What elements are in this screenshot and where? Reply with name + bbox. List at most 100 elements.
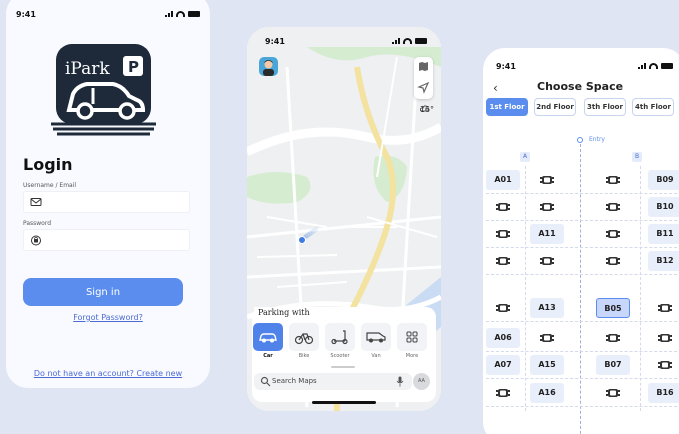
page-title: Choose Space: [537, 80, 624, 93]
parking-slot-a06[interactable]: A06: [486, 328, 520, 348]
vehicle-car-button[interactable]: [253, 323, 283, 351]
status-icons: [165, 11, 200, 17]
occupied-slot[interactable]: [530, 197, 564, 217]
occupied-slot[interactable]: [486, 251, 520, 271]
page-header: ‹ Choose Space: [483, 78, 679, 98]
parking-slot-a01[interactable]: A01: [486, 170, 520, 190]
bike-icon: [294, 333, 314, 345]
tab-4th-floor[interactable]: 4th Floor: [632, 98, 674, 116]
driving-lane: [580, 144, 581, 434]
car-top-icon: [496, 389, 510, 397]
tab-1st-floor[interactable]: 1st Floor: [486, 98, 528, 116]
sheet-handle[interactable]: [331, 366, 355, 368]
wifi-icon: [649, 63, 658, 69]
sign-in-button[interactable]: Sign in: [23, 278, 183, 306]
map-phone: 16° 9:41 Parking with Car Bike Scooter V…: [247, 27, 441, 411]
forgot-password-link[interactable]: Forgot Password?: [6, 313, 210, 322]
occupied-slot[interactable]: [530, 170, 564, 190]
car-top-icon: [658, 334, 672, 342]
parking-slot-a11[interactable]: A11: [530, 224, 564, 244]
vehicle-more-button[interactable]: [397, 323, 427, 351]
occupied-slot[interactable]: [596, 224, 630, 244]
signal-icon: [165, 11, 173, 17]
occupied-slot[interactable]: [530, 251, 564, 271]
car-top-icon: [496, 304, 510, 312]
occupied-slot[interactable]: [596, 197, 630, 217]
car-icon: [259, 333, 277, 343]
choose-space-phone: 9:41 ‹ Choose Space 1st Floor 2nd Floor …: [483, 48, 679, 434]
occupied-slot[interactable]: [596, 170, 630, 190]
entry-marker: [577, 137, 583, 143]
car-top-icon: [606, 203, 620, 211]
create-account-link[interactable]: Do not have an account? Create new: [6, 369, 210, 378]
cloud-icon: [419, 105, 429, 112]
parking-slot-b16[interactable]: B16: [648, 383, 679, 403]
parking-slot-b12[interactable]: B12: [648, 251, 679, 271]
parking-slot-a16[interactable]: A16: [530, 383, 564, 403]
vehicle-van-button[interactable]: [361, 323, 391, 351]
parking-slot-b09[interactable]: B09: [648, 170, 679, 190]
parking-slot-b07[interactable]: B07: [596, 355, 630, 375]
occupied-slot[interactable]: [486, 224, 520, 244]
username-label: Username / Email: [23, 182, 77, 189]
vehicle-scooter-button[interactable]: [325, 323, 355, 351]
back-arrow-icon[interactable]: ‹: [493, 81, 498, 95]
occupied-slot[interactable]: [530, 328, 564, 348]
battery-icon: [188, 11, 200, 17]
tab-2nd-floor[interactable]: 2nd Floor: [534, 98, 576, 116]
occupied-slot[interactable]: [596, 383, 630, 403]
occupied-slot[interactable]: [596, 251, 630, 271]
car-top-icon: [658, 304, 672, 312]
car-top-icon: [540, 257, 554, 265]
user-avatar[interactable]: [259, 57, 278, 76]
occupied-slot[interactable]: [648, 298, 679, 318]
app-logo: iPark P: [51, 44, 156, 136]
parking-slot-a07[interactable]: A07: [486, 355, 520, 375]
car-top-icon: [496, 257, 510, 265]
occupied-slot[interactable]: [596, 328, 630, 348]
login-phone: 9:41 iPark P Login Username / Email Pass…: [6, 0, 210, 388]
map-layers-icon[interactable]: [417, 60, 430, 73]
parking-slot-b11[interactable]: B11: [648, 224, 679, 244]
occupied-slot[interactable]: [486, 197, 520, 217]
row-divider: [486, 274, 679, 275]
password-field[interactable]: [23, 229, 190, 251]
microphone-icon[interactable]: [396, 376, 404, 387]
current-location-dot: [298, 236, 306, 244]
signal-icon: [638, 63, 646, 69]
status-time: 9:41: [16, 10, 36, 19]
row-divider: [486, 247, 679, 248]
row-divider: [486, 378, 679, 379]
tab-3th-floor[interactable]: 3th Floor: [584, 98, 626, 116]
vehicle-bike-button[interactable]: [289, 323, 319, 351]
row-divider: [486, 193, 679, 194]
map-controls: [414, 57, 433, 99]
search-maps-input[interactable]: Search Maps: [254, 373, 412, 390]
search-icon: [260, 376, 271, 387]
occupied-slot[interactable]: [486, 383, 520, 403]
vehicle-label: Bike: [298, 353, 310, 359]
status-time: 9:41: [265, 37, 285, 46]
car-top-icon: [606, 176, 620, 184]
car-top-icon: [496, 203, 510, 211]
vehicle-label: Car: [263, 353, 273, 359]
row-divider: [486, 220, 679, 221]
status-icons: [392, 38, 427, 44]
column-header-a: A: [520, 152, 530, 162]
location-arrow-icon[interactable]: [417, 81, 430, 94]
car-top-icon: [540, 334, 554, 342]
parking-slot-b05[interactable]: B05: [596, 298, 630, 318]
car-top-icon: [606, 389, 620, 397]
battery-icon: [415, 38, 427, 44]
username-field[interactable]: [23, 191, 190, 213]
profile-avatar[interactable]: AA: [413, 373, 430, 390]
occupied-slot[interactable]: [648, 328, 679, 348]
column-divider: [525, 166, 526, 411]
occupied-slot[interactable]: [486, 298, 520, 318]
parking-slot-b10[interactable]: B10: [648, 197, 679, 217]
lock-icon: [31, 235, 41, 246]
parking-slot-a15[interactable]: A15: [530, 355, 564, 375]
logo-badge: P: [128, 58, 139, 76]
occupied-slot[interactable]: [648, 355, 679, 375]
parking-slot-a13[interactable]: A13: [530, 298, 564, 318]
